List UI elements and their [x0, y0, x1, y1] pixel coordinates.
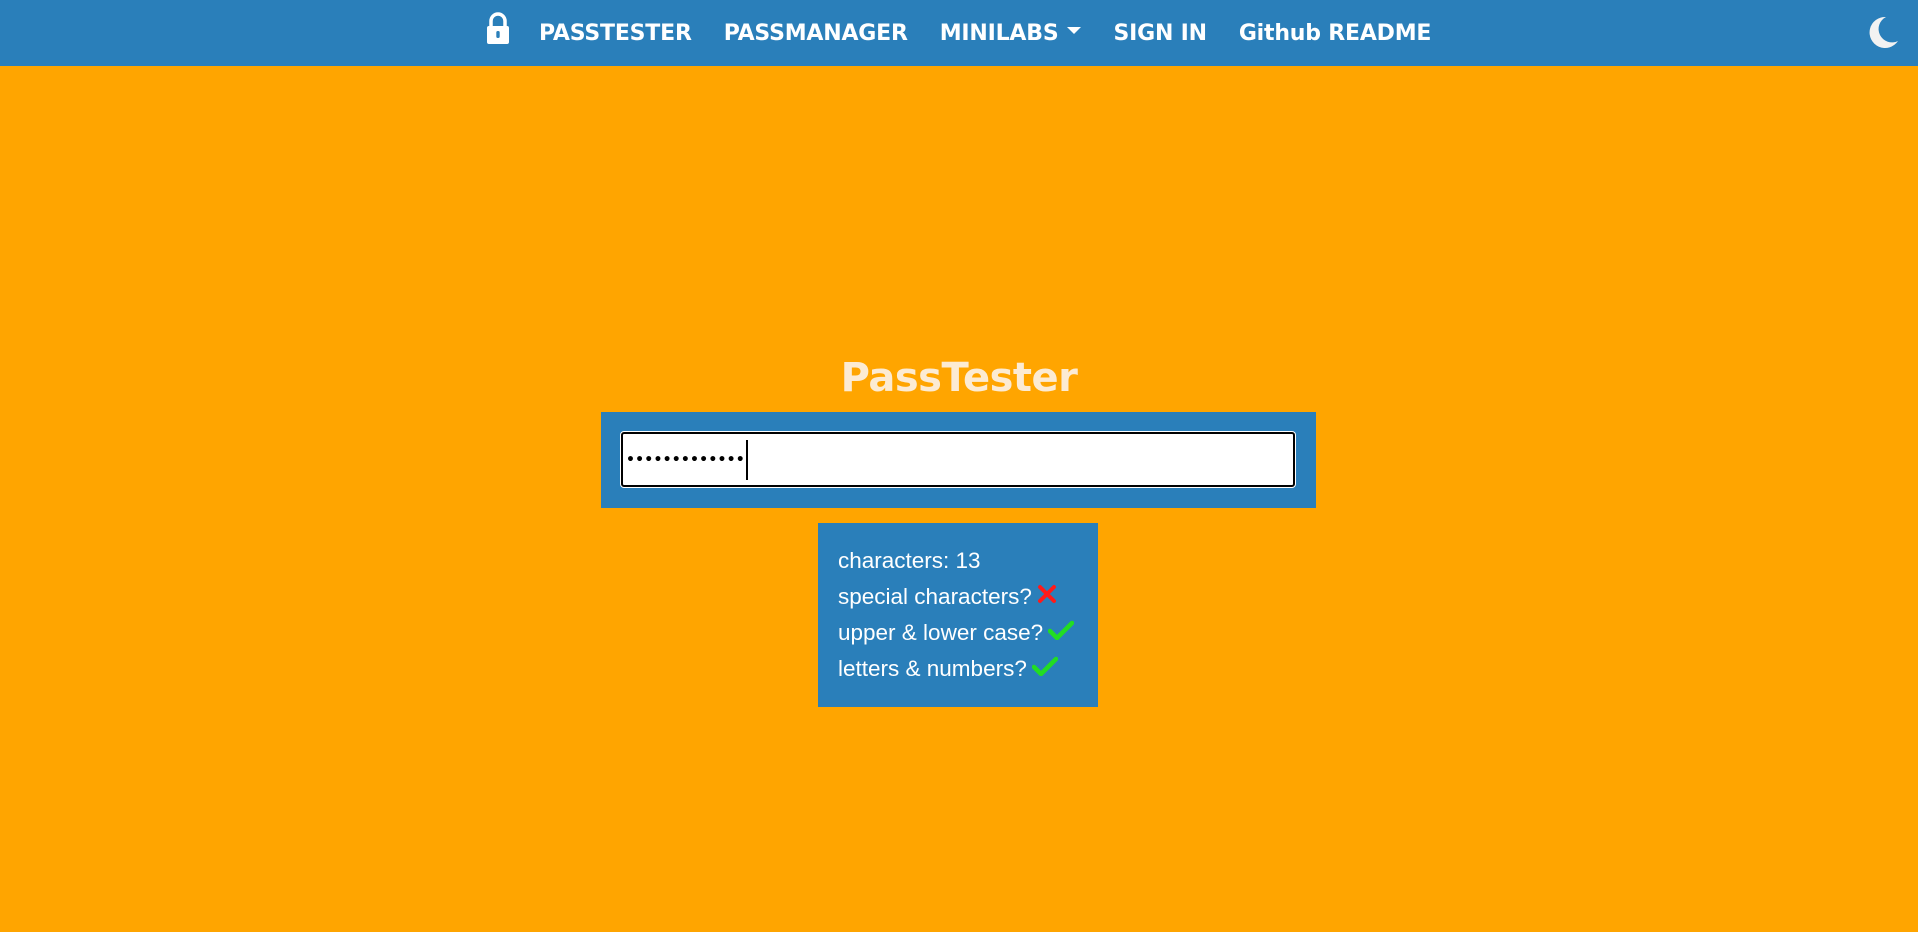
- page-title: PassTester: [840, 355, 1078, 401]
- nav-passmanager-link[interactable]: PASSMANAGER: [724, 21, 908, 46]
- stat-special-characters: special characters?: [838, 579, 1098, 615]
- password-input-container: •••••••••••••: [601, 412, 1316, 508]
- nav-links: PASSTESTER PASSMANAGER MINILABS SIGN IN …: [484, 0, 1463, 66]
- stat-special-label: special characters?: [838, 584, 1032, 609]
- stat-alnum-label: letters & numbers?: [838, 656, 1027, 681]
- nav-passtester-link[interactable]: PASSTESTER: [539, 21, 692, 46]
- stat-characters: characters: 13: [838, 543, 1098, 579]
- nav-minilabs-dropdown[interactable]: MINILABS: [940, 21, 1082, 46]
- moon-icon[interactable]: [1866, 15, 1900, 49]
- stat-characters-label: characters: 13: [838, 548, 981, 573]
- text-cursor: [745, 439, 748, 480]
- cross-icon: [1037, 579, 1057, 615]
- lock-icon[interactable]: [484, 11, 512, 47]
- password-stats-panel: characters: 13 special characters? upper…: [818, 523, 1098, 707]
- nav-signin-link[interactable]: SIGN IN: [1113, 21, 1207, 46]
- stat-case-label: upper & lower case?: [838, 620, 1044, 645]
- top-navbar: PASSTESTER PASSMANAGER MINILABS SIGN IN …: [0, 0, 1918, 66]
- nav-minilabs-label: MINILABS: [939, 20, 1059, 46]
- nav-github-link[interactable]: Github README: [1239, 21, 1432, 46]
- stat-letters-numbers: letters & numbers?: [838, 651, 1098, 687]
- password-input[interactable]: •••••••••••••: [621, 432, 1295, 487]
- checkmark-icon: [1047, 615, 1075, 651]
- checkmark-icon: [1031, 651, 1059, 687]
- chevron-down-icon: [1067, 27, 1082, 34]
- password-masked-value: •••••••••••••: [626, 451, 745, 468]
- stat-upper-lower-case: upper & lower case?: [838, 615, 1098, 651]
